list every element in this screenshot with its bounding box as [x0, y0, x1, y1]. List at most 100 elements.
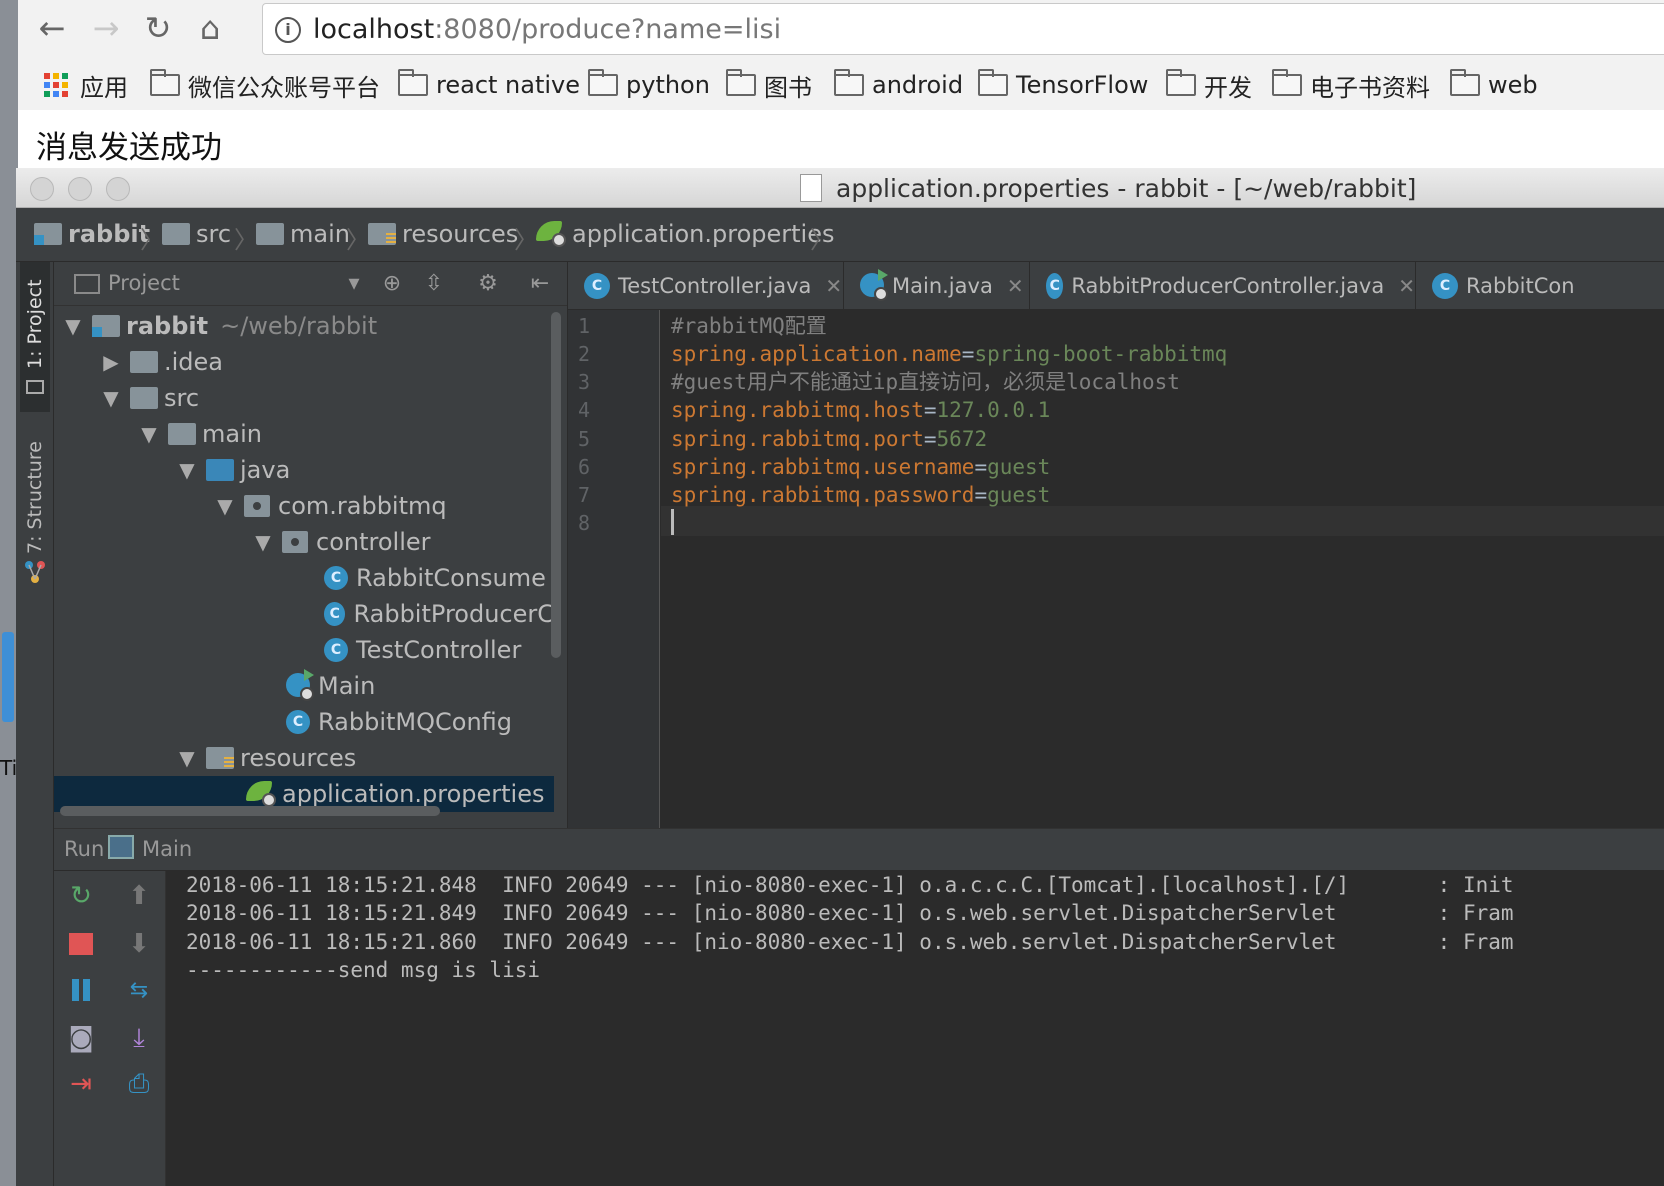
breadcrumb-resources[interactable]: resources	[368, 218, 518, 250]
class-icon: C	[1046, 273, 1064, 299]
folder-icon	[162, 223, 190, 245]
tree-expanded-icon[interactable]: ▼	[168, 746, 206, 770]
tree-item-controller[interactable]: ▼ controller	[54, 524, 554, 560]
minimize-window-button[interactable]	[68, 177, 92, 201]
back-button[interactable]: ←	[32, 8, 72, 48]
tree-expanded-icon[interactable]: ▼	[54, 314, 92, 338]
close-icon[interactable]: ✕	[1398, 274, 1415, 298]
stop-button[interactable]	[66, 929, 96, 959]
tree-collapsed-icon[interactable]: ▶	[92, 350, 130, 374]
gear-icon[interactable]: ⚙	[474, 270, 502, 298]
property-equals: =	[923, 398, 937, 422]
exit-icon[interactable]: ⇥	[66, 1069, 96, 1099]
chevron-right-icon: 〉	[810, 226, 834, 254]
spring-properties-icon	[536, 221, 566, 247]
tree-item-com-rabbitmq[interactable]: ▼ com.rabbitmq	[54, 488, 554, 524]
soft-wrap-icon[interactable]: ⇆	[124, 975, 154, 1005]
run-panel: Run Main ↻ ⬆ ⬇ ⇆ ◙ ⤓ ⇥ ⎙ 2018-06-11 18:1…	[54, 828, 1664, 1186]
tree-item-src[interactable]: ▼ src	[54, 380, 554, 416]
rerun-icon[interactable]: ↻	[66, 881, 96, 911]
tree-item-rabbit[interactable]: ▼ rabbit ~/web/rabbit	[54, 308, 554, 344]
arrow-up-icon[interactable]: ⬆	[124, 881, 154, 911]
tree-item-resources[interactable]: ▼ resources	[54, 740, 554, 776]
tree-item-rabbit-consumer[interactable]: C RabbitConsume	[54, 560, 554, 596]
url-text[interactable]: localhost:8080/produce?name=lisi	[313, 14, 781, 45]
collapse-all-icon[interactable]: ⇳	[420, 270, 448, 298]
run-config-tab[interactable]: Main	[142, 837, 192, 861]
forward-button[interactable]: →	[86, 8, 126, 48]
reload-button[interactable]: ↻	[138, 8, 178, 48]
tree-expanded-icon[interactable]: ▼	[244, 530, 282, 554]
tab-project-label: 1: Project	[24, 279, 46, 369]
bookmark-folder[interactable]: react native	[398, 68, 580, 102]
tree-item-label: controller	[316, 528, 431, 556]
tree-vertical-scrollbar[interactable]	[551, 312, 561, 658]
tab-project[interactable]: 1: Project	[20, 262, 50, 412]
hide-panel-icon[interactable]: ⇤	[526, 270, 554, 298]
tree-expanded-icon[interactable]: ▼	[206, 494, 244, 518]
tree-horizontal-scrollbar[interactable]	[60, 806, 440, 816]
package-icon	[244, 495, 270, 517]
tree-expanded-icon[interactable]: ▼	[168, 458, 206, 482]
tree-item-main-class[interactable]: Main	[54, 668, 554, 704]
tree-item-idea[interactable]: ▶ .idea	[54, 344, 554, 380]
tab-rabbit-consumer[interactable]: C RabbitCon	[1416, 262, 1664, 309]
tree-item-label: java	[240, 456, 291, 484]
address-bar[interactable]: i localhost:8080/produce?name=lisi	[262, 3, 1664, 55]
camera-icon[interactable]: ◙	[66, 1023, 96, 1053]
tree-item-rabbit-producer[interactable]: C RabbitProducerC	[54, 596, 554, 632]
chevron-right-icon: 〉	[346, 226, 370, 254]
breadcrumb-application-properties[interactable]: application.properties	[536, 218, 835, 250]
reload-icon: ↻	[144, 9, 172, 47]
chevron-down-icon[interactable]: ▾	[340, 270, 368, 298]
console-output[interactable]: 2018-06-11 18:15:21.848 INFO 20649 --- […	[166, 871, 1664, 1186]
code-comment: #guest用户不能通过ip直接访问，必须是localhost	[671, 370, 1180, 394]
tree-expanded-icon[interactable]: ▼	[92, 386, 130, 410]
tab-main-java[interactable]: Main.java ✕	[844, 262, 1030, 309]
console-line: ------------send msg is lisi	[186, 958, 541, 982]
pause-button[interactable]	[66, 975, 96, 1005]
bookmark-folder[interactable]: android	[834, 68, 963, 102]
bookmark-folder[interactable]: 开发	[1166, 68, 1252, 102]
project-panel-title[interactable]: Project	[108, 271, 180, 295]
tree-item-rabbitmq-config[interactable]: C RabbitMQConfig	[54, 704, 554, 740]
tab-structure[interactable]: 7: Structure	[20, 432, 50, 592]
scroll-to-end-icon[interactable]: ⤓	[124, 1023, 154, 1053]
breadcrumb-rabbit[interactable]: rabbit	[34, 218, 150, 250]
close-window-button[interactable]	[30, 177, 54, 201]
tree-item-main[interactable]: ▼ main	[54, 416, 554, 452]
arrow-down-icon[interactable]: ⬇	[124, 929, 154, 959]
print-icon[interactable]: ⎙	[124, 1069, 154, 1099]
folder-icon	[588, 69, 618, 96]
zoom-window-button[interactable]	[106, 177, 130, 201]
breadcrumb-main[interactable]: main	[256, 218, 350, 250]
bookmark-folder[interactable]: web	[1450, 68, 1538, 102]
close-icon[interactable]: ✕	[825, 274, 842, 298]
property-value: guest	[987, 483, 1051, 507]
site-info-icon[interactable]: i	[275, 17, 301, 43]
console-line: 2018-06-11 18:15:21.860 INFO 20649 --- […	[186, 930, 1514, 954]
bookmark-folder[interactable]: TensorFlow	[978, 68, 1148, 102]
bookmark-folder[interactable]: 微信公众账号平台	[150, 68, 380, 102]
run-toolbar: ↻ ⬆ ⬇ ⇆ ◙ ⤓ ⇥ ⎙	[54, 871, 166, 1186]
tree-item-label: main	[202, 420, 262, 448]
bookmark-apps[interactable]: 应用	[44, 68, 128, 102]
property-key: spring.rabbitmq.port	[671, 427, 924, 451]
tree-item-test-controller[interactable]: C TestController	[54, 632, 554, 668]
home-button[interactable]: ⌂	[190, 8, 230, 48]
bookmark-folder[interactable]: 图书	[726, 68, 812, 102]
tree-expanded-icon[interactable]: ▼	[130, 422, 168, 446]
bookmark-folder[interactable]: python	[588, 68, 710, 102]
web-page: 消息发送成功	[18, 110, 1664, 176]
tab-rabbit-producer-controller[interactable]: C RabbitProducerController.java ✕	[1030, 262, 1416, 309]
locate-file-icon[interactable]: ⊕	[378, 270, 406, 298]
bookmark-folder[interactable]: 电子书资料	[1272, 68, 1430, 102]
tree-item-label: resources	[240, 744, 357, 772]
tree-item-java[interactable]: ▼ java	[54, 452, 554, 488]
tab-test-controller[interactable]: C TestController.java ✕	[568, 262, 844, 309]
breadcrumb-src[interactable]: src	[162, 218, 231, 250]
close-icon[interactable]: ✕	[1007, 274, 1024, 298]
code-text-area[interactable]: #rabbitMQ配置 spring.application.name=spri…	[661, 310, 1664, 828]
tree-item-label: rabbit	[126, 312, 209, 340]
property-key: spring.rabbitmq.password	[671, 483, 975, 507]
